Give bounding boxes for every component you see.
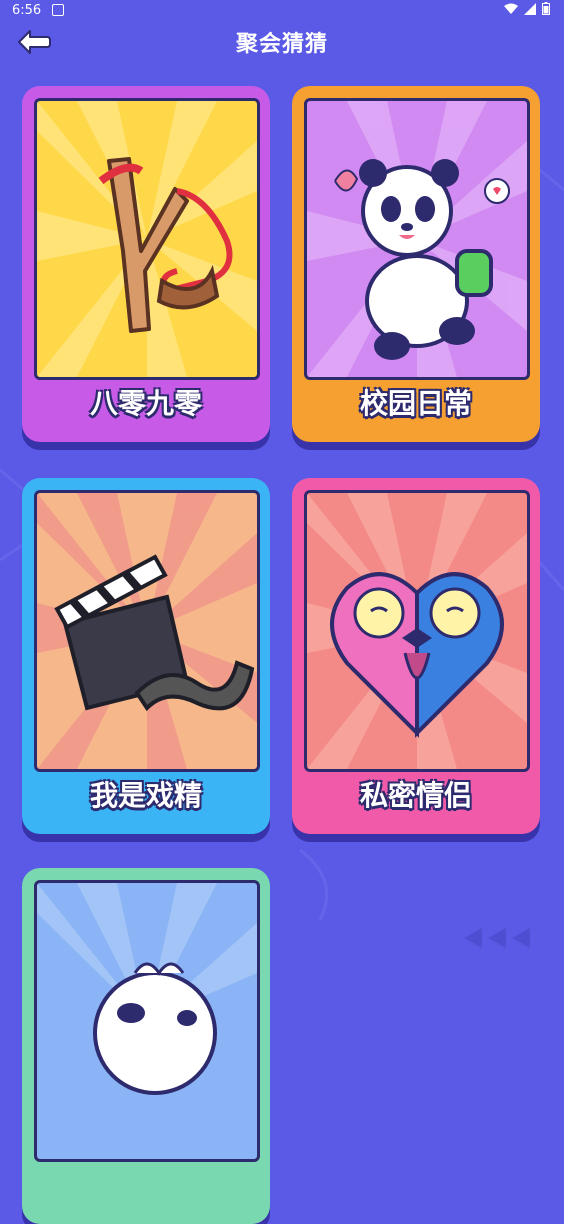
card-label-4: 私密情侣 — [359, 779, 472, 812]
lovebirds-icon — [307, 493, 527, 769]
card-label-1: 八零九零 — [89, 387, 202, 420]
card-image-4 — [304, 490, 530, 772]
category-card-1[interactable]: 八零九零 — [22, 86, 270, 442]
category-card-4[interactable]: 私密情侣 — [292, 478, 540, 834]
card-image-2 — [304, 98, 530, 380]
category-card-2[interactable]: 校园日常 — [292, 86, 540, 442]
category-card-5[interactable] — [22, 868, 270, 1224]
card-image-5 — [34, 880, 260, 1162]
header: 聚会猜猜 — [0, 24, 564, 60]
cow-icon — [37, 883, 257, 1095]
card-label-3: 我是戏精 — [89, 779, 202, 812]
clapperboard-icon — [37, 493, 257, 769]
card-image-3 — [34, 490, 260, 772]
category-card-3[interactable]: 我是戏精 — [22, 478, 270, 834]
panda-icon — [307, 101, 527, 377]
card-label-5 — [22, 1164, 270, 1208]
page-title: 聚会猜猜 — [235, 32, 328, 57]
card-image-1 — [34, 98, 260, 380]
slingshot-icon — [37, 101, 257, 377]
card-label-2: 校园日常 — [359, 387, 472, 420]
